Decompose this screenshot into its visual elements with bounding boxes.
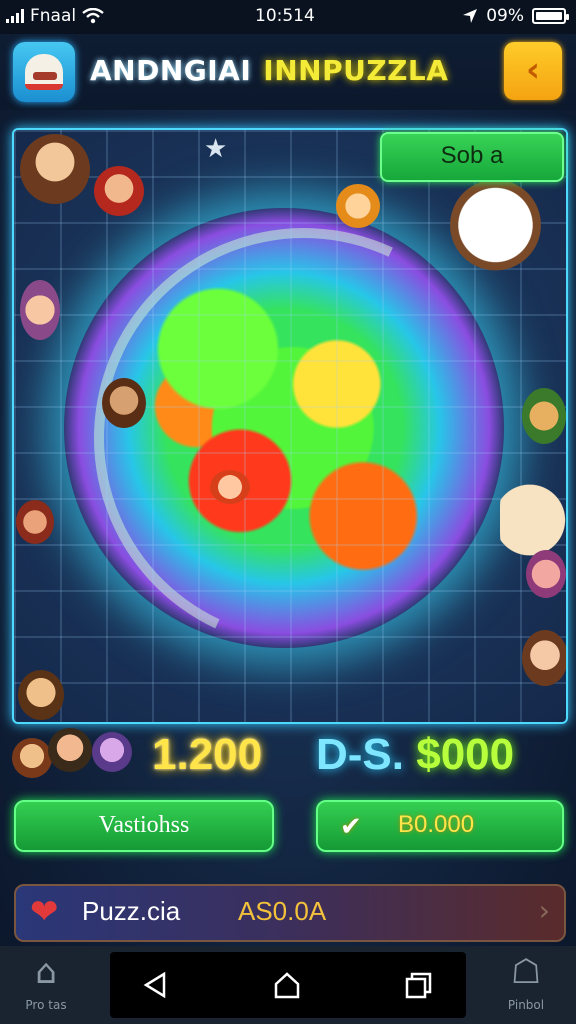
home-nav-icon[interactable] (272, 970, 302, 1000)
puzzle-code: AS0.0A (238, 896, 327, 926)
cow-character-piece[interactable] (446, 180, 556, 280)
chevron-right-icon: › (538, 894, 550, 927)
game-title: ANDNGIAI INNPUZZLA (90, 54, 448, 87)
title-part-1: ANDNGIAI (90, 54, 252, 87)
carrier-label: Fnaal (30, 6, 77, 26)
chevron-left-icon: ‹ (525, 50, 540, 90)
character-piece[interactable] (336, 184, 380, 228)
score-right-value: $000 (416, 730, 515, 779)
avatar (12, 738, 52, 778)
tab-basket[interactable]: ☖ Pinbol (486, 952, 566, 1018)
title-part-2: INNPUZZLA (263, 54, 449, 87)
character-piece[interactable] (18, 670, 64, 720)
tab-home-label: Pro tas (25, 998, 67, 1012)
battery-icon (532, 8, 569, 24)
avatar (48, 728, 92, 772)
score-left: 1.200 (152, 730, 263, 779)
puzzle-bar[interactable]: ❤ Puzz.cia AS0.0A › (14, 884, 566, 942)
wifi-icon (82, 8, 104, 24)
puzzle-board[interactable]: ★ (12, 128, 568, 724)
location-arrow-icon (463, 9, 478, 23)
character-piece[interactable] (16, 500, 54, 544)
character-piece[interactable] (20, 134, 90, 204)
tab-home[interactable]: ⌂ Pro tas (6, 952, 86, 1018)
player-avatars (12, 724, 142, 784)
buy-amount: B0.000 (398, 811, 475, 838)
character-piece[interactable] (102, 378, 146, 428)
character-piece[interactable] (526, 550, 566, 598)
character-piece[interactable] (522, 388, 566, 444)
character-piece[interactable] (94, 166, 144, 216)
status-left: Fnaal (6, 6, 104, 26)
vastiohss-button[interactable]: Vastiohss (14, 800, 274, 852)
back-button[interactable]: ‹ (504, 42, 562, 100)
status-bar: Fnaal 10:514 09% (0, 0, 576, 34)
solve-button[interactable]: Sob a (380, 132, 564, 182)
system-nav (110, 952, 466, 1018)
basket-icon: ☖ (510, 952, 542, 992)
character-piece[interactable] (20, 280, 60, 340)
signal-icon (6, 9, 24, 23)
puzzle-label: Puzz.cia (82, 896, 181, 926)
recents-nav-icon[interactable] (404, 970, 434, 1000)
check-icon: ✔ (340, 812, 362, 841)
back-nav-icon[interactable] (140, 970, 170, 1000)
score-right: D-S. $000 (316, 730, 514, 780)
heart-icon: ❤ (30, 892, 59, 932)
tab-basket-label: Pinbol (507, 998, 545, 1012)
buy-button[interactable]: ✔ B0.000 (316, 800, 564, 852)
battery-percent: 09% (486, 6, 524, 26)
helmet-icon[interactable] (13, 42, 75, 102)
avatar (92, 732, 132, 772)
star-icon: ★ (204, 134, 228, 164)
status-right: 09% (462, 6, 569, 26)
header: ANDNGIAI INNPUZZLA ‹ (0, 34, 576, 110)
bottom-bar: ⌂ Pro tas ☖ Pinbol (0, 946, 576, 1024)
score-right-prefix: D-S. (316, 730, 404, 779)
character-piece[interactable] (522, 630, 566, 686)
character-piece[interactable] (210, 470, 250, 504)
home-icon: ⌂ (35, 952, 57, 992)
clock: 10:514 (255, 6, 315, 26)
